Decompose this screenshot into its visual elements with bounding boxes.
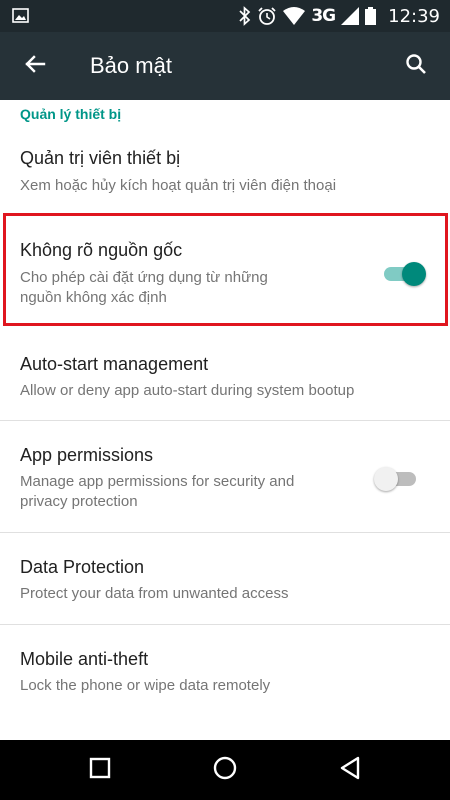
setting-app-permissions[interactable]: App permissions Manage app permissions f… [0,421,450,531]
setting-title: Mobile anti-theft [20,649,149,669]
back-button[interactable] [14,46,56,86]
search-icon [404,52,428,80]
image-icon [12,8,29,23]
wifi-icon [283,7,306,25]
page-title: Bảo mật [90,53,172,78]
search-button[interactable] [396,46,436,86]
setting-device-administrators[interactable]: Quản trị viên thiết bị Xem hoặc hủy kích… [0,130,450,210]
recents-square-icon [89,757,111,783]
setting-auto-start-management[interactable]: Auto-start management Allow or deny app … [0,336,450,416]
home-circle-icon [213,756,237,784]
bluetooth-icon [239,6,251,26]
navigation-bar [0,740,450,800]
signal-icon [341,7,360,25]
back-nav-button[interactable] [330,750,370,790]
battery-icon [365,7,377,25]
toolbar: Bảo mật [0,32,450,100]
setting-subtitle: Allow or deny app auto-start during syst… [20,382,355,399]
arrow-left-icon [23,52,47,80]
setting-data-protection[interactable]: Data Protection Protect your data from u… [0,533,450,623]
setting-mobile-anti-theft[interactable]: Mobile anti-theft Lock the phone or wipe… [0,625,450,720]
clock: 12:39 [388,5,440,27]
setting-subtitle: Xem hoặc hủy kích hoạt quản trị viên điệ… [20,177,337,194]
back-triangle-icon [339,756,361,784]
setting-title: App permissions [20,445,154,465]
setting-subtitle-line2: privacy protection [20,493,138,510]
alarm-icon [257,6,277,26]
setting-title: Data Protection [20,557,145,577]
section-header: Quản lý thiết bị [20,106,122,122]
setting-subtitle-line1: Manage app permissions for security and [20,473,295,490]
setting-subtitle: Lock the phone or wipe data remotely [20,677,271,694]
setting-title: Quản trị viên thiết bị [20,148,181,168]
settings-list: Quản lý thiết bị Quản trị viên thiết bị … [0,100,450,740]
network-type: 3G [311,6,336,26]
setting-subtitle: Protect your data from unwanted access [20,585,289,602]
home-button[interactable] [205,750,245,790]
app-permissions-toggle[interactable] [374,467,420,491]
setting-title: Auto-start management [20,354,209,374]
highlight-box [3,213,448,326]
toggle-thumb [374,467,398,491]
recents-button[interactable] [80,750,120,790]
status-bar: 3G 12:39 [0,0,450,32]
